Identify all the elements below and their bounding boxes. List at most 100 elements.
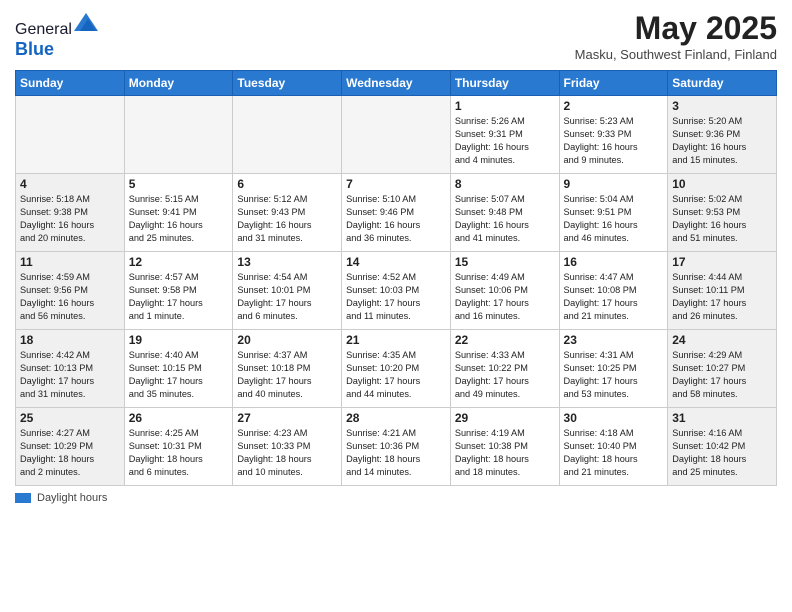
day-info: Sunrise: 4:42 AM Sunset: 10:13 PM Daylig…	[20, 349, 120, 401]
day-number: 13	[237, 255, 337, 269]
logo: General Blue	[15, 10, 98, 60]
weekday-header-tuesday: Tuesday	[233, 71, 342, 96]
day-number: 4	[20, 177, 120, 191]
calendar-cell: 4Sunrise: 5:18 AM Sunset: 9:38 PM Daylig…	[16, 174, 125, 252]
day-info: Sunrise: 4:31 AM Sunset: 10:25 PM Daylig…	[564, 349, 664, 401]
day-info: Sunrise: 4:47 AM Sunset: 10:08 PM Daylig…	[564, 271, 664, 323]
calendar-cell: 25Sunrise: 4:27 AM Sunset: 10:29 PM Dayl…	[16, 408, 125, 486]
day-info: Sunrise: 5:04 AM Sunset: 9:51 PM Dayligh…	[564, 193, 664, 245]
day-info: Sunrise: 4:52 AM Sunset: 10:03 PM Daylig…	[346, 271, 446, 323]
legend-color-box	[15, 493, 31, 503]
day-number: 17	[672, 255, 772, 269]
day-info: Sunrise: 5:10 AM Sunset: 9:46 PM Dayligh…	[346, 193, 446, 245]
weekday-header-sunday: Sunday	[16, 71, 125, 96]
day-number: 28	[346, 411, 446, 425]
day-number: 10	[672, 177, 772, 191]
day-info: Sunrise: 4:21 AM Sunset: 10:36 PM Daylig…	[346, 427, 446, 479]
day-info: Sunrise: 4:49 AM Sunset: 10:06 PM Daylig…	[455, 271, 555, 323]
day-info: Sunrise: 4:57 AM Sunset: 9:58 PM Dayligh…	[129, 271, 229, 323]
day-info: Sunrise: 5:23 AM Sunset: 9:33 PM Dayligh…	[564, 115, 664, 167]
day-info: Sunrise: 4:54 AM Sunset: 10:01 PM Daylig…	[237, 271, 337, 323]
day-info: Sunrise: 4:18 AM Sunset: 10:40 PM Daylig…	[564, 427, 664, 479]
calendar-cell: 13 Sunrise: 4:54 AM Sunset: 10:01 PM Dayl…	[233, 252, 342, 330]
calendar-cell: 30 Sunrise: 4:18 AM Sunset: 10:40 PM Dayl…	[559, 408, 668, 486]
day-info: Sunrise: 4:40 AM Sunset: 10:15 PM Daylig…	[129, 349, 229, 401]
calendar-cell: 16 Sunrise: 4:47 AM Sunset: 10:08 PM Dayl…	[559, 252, 668, 330]
logo-general-text: General	[15, 21, 72, 38]
calendar-cell: 1Sunrise: 5:26 AM Sunset: 9:31 PM Daylig…	[450, 96, 559, 174]
calendar-cell: 3 Sunrise: 5:20 AM Sunset: 9:36 PM Daylig…	[668, 96, 777, 174]
calendar-week-5: 25Sunrise: 4:27 AM Sunset: 10:29 PM Dayl…	[16, 408, 777, 486]
day-info: Sunrise: 5:12 AM Sunset: 9:43 PM Dayligh…	[237, 193, 337, 245]
day-info: Sunrise: 4:16 AM Sunset: 10:42 PM Daylig…	[672, 427, 772, 479]
title-block: May 2025 Masku, Southwest Finland, Finla…	[575, 10, 777, 62]
day-info: Sunrise: 4:59 AM Sunset: 9:56 PM Dayligh…	[20, 271, 120, 323]
calendar-table: SundayMondayTuesdayWednesdayThursdayFrid…	[15, 70, 777, 486]
calendar-cell: 10Sunrise: 5:02 AM Sunset: 9:53 PM Dayli…	[668, 174, 777, 252]
day-info: Sunrise: 4:23 AM Sunset: 10:33 PM Daylig…	[237, 427, 337, 479]
location: Masku, Southwest Finland, Finland	[575, 47, 777, 62]
weekday-header-thursday: Thursday	[450, 71, 559, 96]
calendar-cell: 21Sunrise: 4:35 AM Sunset: 10:20 PM Dayl…	[342, 330, 451, 408]
weekday-header-friday: Friday	[559, 71, 668, 96]
day-number: 25	[20, 411, 120, 425]
calendar-week-3: 11 Sunrise: 4:59 AM Sunset: 9:56 PM Dayli…	[16, 252, 777, 330]
calendar-cell	[124, 96, 233, 174]
weekday-header-row: SundayMondayTuesdayWednesdayThursdayFrid…	[16, 71, 777, 96]
day-number: 12	[129, 255, 229, 269]
day-info: Sunrise: 5:20 AM Sunset: 9:36 PM Dayligh…	[672, 115, 772, 167]
calendar-cell: 14 Sunrise: 4:52 AM Sunset: 10:03 PM Dayl…	[342, 252, 451, 330]
calendar-cell	[16, 96, 125, 174]
calendar-week-2: 4Sunrise: 5:18 AM Sunset: 9:38 PM Daylig…	[16, 174, 777, 252]
day-number: 15	[455, 255, 555, 269]
day-number: 23	[564, 333, 664, 347]
calendar-cell: 7 Sunrise: 5:10 AM Sunset: 9:46 PM Daylig…	[342, 174, 451, 252]
day-number: 31	[672, 411, 772, 425]
day-number: 9	[564, 177, 664, 191]
calendar-cell: 20Sunrise: 4:37 AM Sunset: 10:18 PM Dayl…	[233, 330, 342, 408]
weekday-header-wednesday: Wednesday	[342, 71, 451, 96]
day-number: 2	[564, 99, 664, 113]
logo-icon	[74, 10, 98, 34]
calendar-cell: 24Sunrise: 4:29 AM Sunset: 10:27 PM Dayl…	[668, 330, 777, 408]
day-number: 16	[564, 255, 664, 269]
logo-blue-text: Blue	[15, 39, 54, 59]
calendar-cell: 6 Sunrise: 5:12 AM Sunset: 9:43 PM Daylig…	[233, 174, 342, 252]
legend-label: Daylight hours	[37, 492, 107, 504]
day-number: 3	[672, 99, 772, 113]
day-number: 18	[20, 333, 120, 347]
calendar-cell: 31 Sunrise: 4:16 AM Sunset: 10:42 PM Dayl…	[668, 408, 777, 486]
calendar-cell: 9 Sunrise: 5:04 AM Sunset: 9:51 PM Daylig…	[559, 174, 668, 252]
month-title: May 2025	[575, 10, 777, 47]
day-info: Sunrise: 4:19 AM Sunset: 10:38 PM Daylig…	[455, 427, 555, 479]
weekday-header-monday: Monday	[124, 71, 233, 96]
calendar-cell: 23 Sunrise: 4:31 AM Sunset: 10:25 PM Dayl…	[559, 330, 668, 408]
calendar-cell: 18 Sunrise: 4:42 AM Sunset: 10:13 PM Dayl…	[16, 330, 125, 408]
day-number: 6	[237, 177, 337, 191]
day-number: 8	[455, 177, 555, 191]
day-number: 11	[20, 255, 120, 269]
day-info: Sunrise: 4:37 AM Sunset: 10:18 PM Daylig…	[237, 349, 337, 401]
page: General Blue May 2025 Masku, Southwest F…	[0, 0, 792, 612]
calendar-cell: 5Sunrise: 5:15 AM Sunset: 9:41 PM Daylig…	[124, 174, 233, 252]
calendar-cell: 28 Sunrise: 4:21 AM Sunset: 10:36 PM Dayl…	[342, 408, 451, 486]
calendar-cell: 29 Sunrise: 4:19 AM Sunset: 10:38 PM Dayl…	[450, 408, 559, 486]
calendar-cell	[342, 96, 451, 174]
calendar-cell: 27Sunrise: 4:23 AM Sunset: 10:33 PM Dayl…	[233, 408, 342, 486]
day-number: 29	[455, 411, 555, 425]
day-info: Sunrise: 4:33 AM Sunset: 10:22 PM Daylig…	[455, 349, 555, 401]
header: General Blue May 2025 Masku, Southwest F…	[15, 10, 777, 62]
day-info: Sunrise: 4:44 AM Sunset: 10:11 PM Daylig…	[672, 271, 772, 323]
day-info: Sunrise: 4:29 AM Sunset: 10:27 PM Daylig…	[672, 349, 772, 401]
day-number: 22	[455, 333, 555, 347]
day-info: Sunrise: 5:26 AM Sunset: 9:31 PM Dayligh…	[455, 115, 555, 167]
day-number: 14	[346, 255, 446, 269]
day-number: 26	[129, 411, 229, 425]
day-info: Sunrise: 5:15 AM Sunset: 9:41 PM Dayligh…	[129, 193, 229, 245]
day-number: 30	[564, 411, 664, 425]
calendar-cell: 11 Sunrise: 4:59 AM Sunset: 9:56 PM Dayli…	[16, 252, 125, 330]
day-number: 7	[346, 177, 446, 191]
day-info: Sunrise: 5:07 AM Sunset: 9:48 PM Dayligh…	[455, 193, 555, 245]
calendar-cell: 19Sunrise: 4:40 AM Sunset: 10:15 PM Dayl…	[124, 330, 233, 408]
weekday-header-saturday: Saturday	[668, 71, 777, 96]
